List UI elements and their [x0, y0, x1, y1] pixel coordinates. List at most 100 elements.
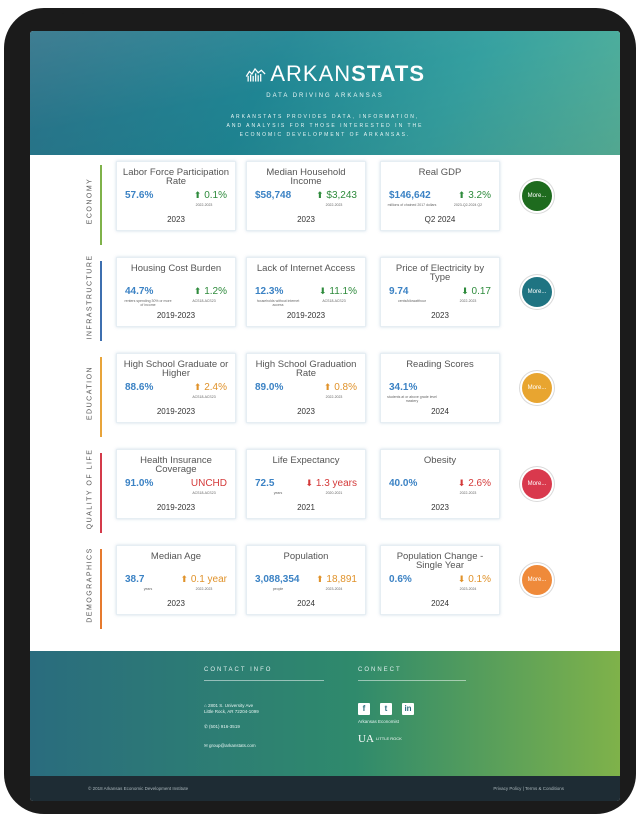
- card-year: 2019-2023: [286, 311, 326, 320]
- stat-card[interactable]: Housing Cost Burden 44.7% renters spending…: [116, 257, 236, 327]
- ualr-mark: UA: [358, 733, 374, 745]
- card-title: Population: [283, 551, 329, 562]
- card-value: 0.6%: [389, 574, 412, 585]
- card-change: ⬆ 1.2%: [194, 286, 227, 297]
- card-value-caption: cents/kilowatthour: [397, 299, 426, 303]
- card-change: ⬇ 0.17: [461, 286, 491, 297]
- card-year: 2019-2023: [156, 503, 196, 512]
- more-button[interactable]: More...: [522, 373, 552, 403]
- card-value-caption: people: [272, 587, 284, 591]
- copyright: © 2018 Arkansas Economic Development Ins…: [88, 786, 189, 791]
- arrow-up-icon: ⬆: [323, 382, 332, 392]
- ualr-logo[interactable]: UA LITTLE ROCK: [358, 733, 402, 745]
- card-title: Labor Force Participation Rate: [122, 167, 230, 187]
- stat-card[interactable]: Median Age 38.7 years ⬆ 0.1 year 2022-2023 20…: [116, 545, 236, 615]
- stat-card[interactable]: Price of Electricity by Type 9.74 cents/ki…: [380, 257, 500, 327]
- site-logo[interactable]: ARKANSTATS: [245, 59, 425, 89]
- card-change-value: 2.6%: [468, 478, 491, 489]
- card-change-value: 0.17: [471, 286, 491, 297]
- stat-card[interactable]: Population Change - Single Year 0.6% ⬇ 0.1…: [380, 545, 500, 615]
- email-address: group@arkanstats.com: [209, 743, 256, 748]
- section-education: EDUCATION High School Graduate or Higher 8…: [87, 353, 620, 437]
- location-pin-icon: ⌂: [204, 703, 207, 708]
- card-change-value: UNCHD: [190, 478, 227, 489]
- twitter-icon[interactable]: t: [380, 703, 392, 715]
- card-change-period: 2022-2023: [325, 395, 343, 399]
- social-caption: Arkansas Economist: [358, 719, 400, 724]
- section-label-text: INFRASTRUCTURE: [86, 254, 94, 340]
- card-title: Real GDP: [418, 167, 462, 178]
- card-title: High School Graduate or Higher: [123, 359, 229, 379]
- card-title: High School Graduation Rate: [255, 359, 357, 379]
- section-label: ECONOMY: [78, 161, 102, 241]
- card-title: Median Age: [150, 551, 202, 562]
- card-change-period: ACS18-ACS23: [192, 395, 216, 399]
- more-button[interactable]: More...: [522, 181, 552, 211]
- address-line-1: 2801 S. University Ave: [207, 703, 254, 708]
- card-year: 2023: [297, 407, 315, 416]
- card-year: 2023: [297, 215, 315, 224]
- stat-card[interactable]: Reading Scores 34.1% students at or above …: [380, 353, 500, 423]
- card-change-value: 1.2%: [204, 286, 227, 297]
- section-label: DEMOGRAPHICS: [78, 545, 102, 625]
- card-value: $146,642: [389, 190, 431, 201]
- arrow-up-icon: ⬆: [316, 190, 324, 200]
- phone-number: (501) 916-3519: [209, 724, 240, 729]
- card-change-value: 0.1%: [204, 190, 227, 201]
- more-button[interactable]: More...: [522, 565, 552, 595]
- stat-card[interactable]: High School Graduate or Higher 88.6% ⬆ 2.4…: [116, 353, 236, 423]
- section-accent-bar: [100, 549, 102, 629]
- legal-links[interactable]: Privacy Policy | Terms & Conditions: [493, 786, 564, 791]
- stat-card[interactable]: Population 3,088,354 people ⬆ 18,891 2023-20…: [246, 545, 366, 615]
- stat-card[interactable]: Health Insurance Coverage 91.0% UNCHD ACS18…: [116, 449, 236, 519]
- card-year: 2024: [431, 599, 449, 608]
- card-change-value: 18,891: [326, 574, 357, 585]
- stat-card[interactable]: Real GDP $146,642 millions of chained 2017…: [380, 161, 500, 231]
- card-change-period: 2022-2023: [325, 203, 343, 207]
- stat-card[interactable]: Lack of Internet Access 12.3% households w…: [246, 257, 366, 327]
- connect-divider: [358, 680, 466, 681]
- card-value: 91.0%: [125, 478, 154, 489]
- card-change-period: 2022-2023: [195, 203, 213, 207]
- section-label: EDUCATION: [78, 353, 102, 433]
- card-year: 2024: [431, 407, 449, 416]
- section-accent-bar: [100, 357, 102, 437]
- phone-link[interactable]: ✆ (501) 916-3519: [204, 724, 240, 730]
- card-value: 38.7: [125, 574, 145, 585]
- email-link[interactable]: ✉ group@arkanstats.com: [204, 743, 256, 749]
- card-year: 2023: [431, 503, 449, 512]
- card-change-period: ACS18-ACS23: [192, 491, 216, 495]
- tagline: DATA DRIVING ARKANSAS: [266, 93, 384, 99]
- card-change-value: 11.1%: [329, 286, 357, 297]
- more-button[interactable]: More...: [522, 469, 552, 499]
- card-change: ⬆ 2.4%: [194, 382, 227, 393]
- stat-card[interactable]: Obesity 40.0% ⬇ 2.6% 2022-2023 2023: [380, 449, 500, 519]
- card-change: ⬆ 3.2%: [458, 190, 491, 201]
- stat-card[interactable]: Labor Force Participation Rate 57.6% ⬆ 0.1…: [116, 161, 236, 231]
- arrow-down-icon: ⬇: [461, 286, 469, 296]
- card-value-caption: years: [273, 491, 283, 495]
- address-line-2: Little Rock, AR 72204-1099: [204, 709, 259, 714]
- more-button[interactable]: More...: [522, 277, 552, 307]
- stat-card[interactable]: Median Household Income $58,748 ⬆ $3,243 20…: [246, 161, 366, 231]
- site-description: ARKANSTATS PROVIDES DATA, INFORMATION, A…: [226, 114, 424, 138]
- linkedin-icon[interactable]: in: [402, 703, 414, 715]
- card-value: 88.6%: [125, 382, 154, 393]
- card-title: Population Change - Single Year: [396, 551, 484, 571]
- card-title: Obesity: [423, 455, 457, 466]
- card-change-period: 2022-2023: [459, 299, 477, 303]
- arrow-up-icon: ⬆: [193, 382, 202, 392]
- facebook-icon[interactable]: f: [358, 703, 370, 715]
- card-value: 3,088,354: [255, 574, 300, 585]
- arrow-down-icon: ⬇: [457, 478, 466, 488]
- card-title: Median Household Income: [266, 167, 346, 187]
- card-title: Housing Cost Burden: [130, 263, 222, 274]
- stat-card[interactable]: High School Graduation Rate 89.0% ⬆ 0.8% 20…: [246, 353, 366, 423]
- page: ARKANSTATS DATA DRIVING ARKANSAS ARKANST…: [30, 31, 620, 801]
- card-change-value: 0.1 year: [190, 574, 227, 585]
- stat-card[interactable]: Life Expectancy 72.5 years ⬇ 1.3 years 2020-…: [246, 449, 366, 519]
- card-change: ⬆ 0.1%: [194, 190, 227, 201]
- card-change-value: 0.8%: [334, 382, 357, 393]
- card-value: 72.5: [255, 478, 275, 489]
- card-change-value: 3.2%: [468, 190, 491, 201]
